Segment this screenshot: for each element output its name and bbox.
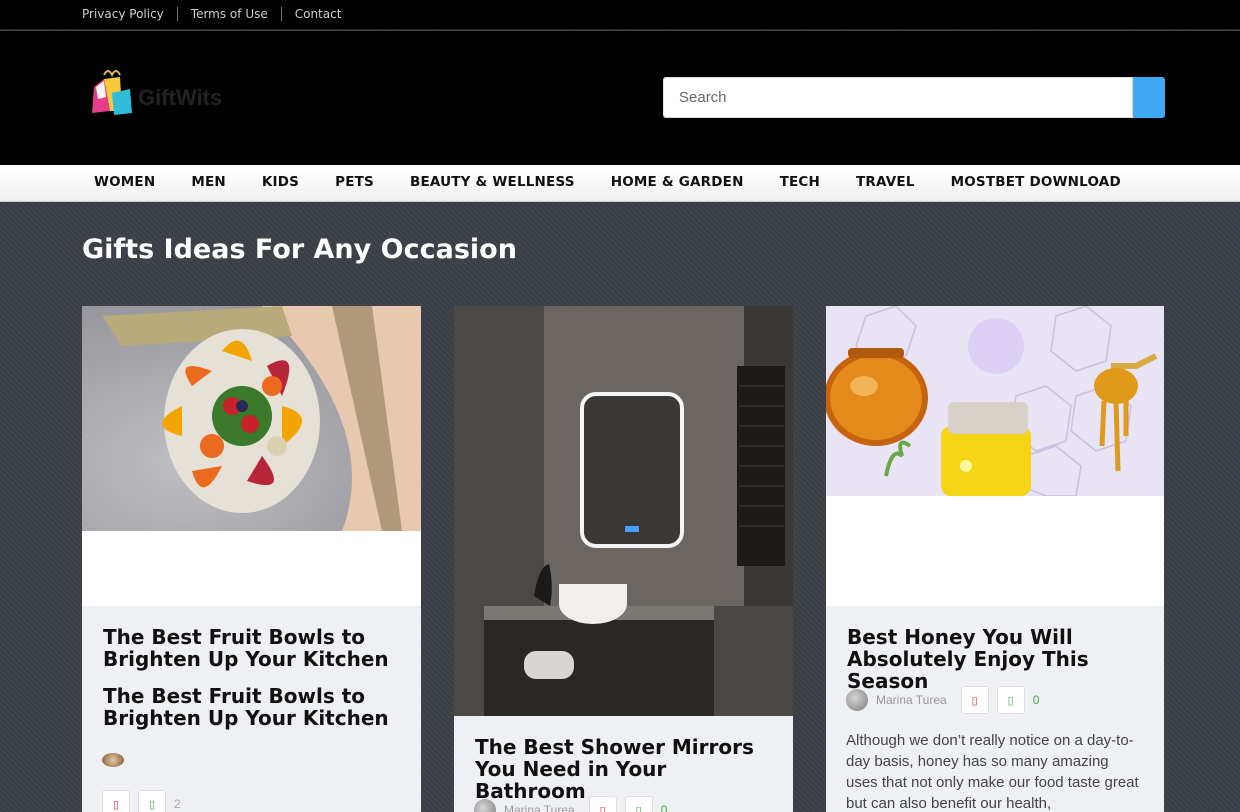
author-avatar bbox=[846, 689, 868, 711]
thumbs-up-icon[interactable]: ▯ bbox=[138, 790, 166, 812]
nav-item-kids[interactable]: KIDS bbox=[262, 174, 299, 190]
fruit-bowl-image[interactable] bbox=[82, 306, 421, 531]
nav-item-tech[interactable]: TECH bbox=[780, 174, 820, 190]
bathroom-mirror-image[interactable] bbox=[454, 306, 793, 716]
logo-text: GiftWits bbox=[138, 85, 223, 110]
thumbs-up-icon[interactable]: ▯ bbox=[996, 686, 1025, 714]
search-button[interactable] bbox=[1133, 77, 1165, 118]
author-name[interactable]: Marina Turea bbox=[876, 693, 947, 707]
divider bbox=[280, 7, 282, 21]
nav-item-home-garden[interactable]: HOME & GARDEN bbox=[611, 174, 744, 190]
contact-link[interactable]: Contact bbox=[295, 7, 342, 21]
article-title[interactable]: The Best Fruit Bowls to Brighten Up Your… bbox=[103, 626, 409, 670]
main-nav: WOMEN MEN KIDS PETS BEAUTY & WELLNESS HO… bbox=[0, 165, 1240, 202]
thumbs-down-icon[interactable]: ▯ bbox=[960, 686, 989, 714]
terms-of-use-link[interactable]: Terms of Use bbox=[191, 7, 268, 21]
vote-count: 2 bbox=[174, 797, 181, 811]
honey-image[interactable] bbox=[826, 306, 1164, 497]
thumbs-up-icon[interactable]: ▯ bbox=[624, 796, 653, 812]
article-subtitle[interactable]: The Best Fruit Bowls to Brighten Up Your… bbox=[103, 685, 409, 729]
nav-item-beauty-wellness[interactable]: BEAUTY & WELLNESS bbox=[410, 174, 575, 190]
article-excerpt: Although we don’t really notice on a day… bbox=[846, 732, 1139, 812]
vote-bar: ▯ ▯ 2 bbox=[102, 790, 181, 812]
nav-item-pets[interactable]: PETS bbox=[335, 174, 374, 190]
divider bbox=[176, 7, 178, 21]
image-spacer bbox=[82, 531, 421, 606]
nav-item-women[interactable]: WOMEN bbox=[94, 174, 155, 190]
search-form bbox=[663, 77, 1165, 118]
article-card-fruit-bowls[interactable]: The Best Fruit Bowls to Brighten Up Your… bbox=[82, 306, 421, 812]
vote-count: 0 bbox=[660, 803, 668, 812]
article-meta bbox=[102, 753, 124, 767]
thumbs-down-icon[interactable]: ▯ bbox=[588, 796, 617, 812]
author-name[interactable]: Marina Turea bbox=[504, 803, 575, 812]
image-spacer bbox=[826, 496, 1164, 606]
article-meta: Marina Turea ▯ ▯ 0 bbox=[846, 686, 1039, 714]
nav-item-mostbet-download[interactable]: MOSTBET DOWNLOAD bbox=[951, 174, 1121, 190]
article-title[interactable]: The Best Shower Mirrors You Need in Your… bbox=[475, 736, 781, 802]
thumbs-down-icon[interactable]: ▯ bbox=[102, 790, 130, 812]
top-links: Privacy Policy Terms of Use Contact bbox=[82, 7, 341, 21]
section-title: Gifts Ideas For Any Occasion bbox=[82, 234, 517, 265]
article-card-honey[interactable]: Best Honey You Will Absolutely Enjoy Thi… bbox=[826, 306, 1164, 812]
vote-count: 0 bbox=[1032, 693, 1040, 707]
nav-item-men[interactable]: MEN bbox=[191, 174, 226, 190]
nav-item-travel[interactable]: TRAVEL bbox=[856, 174, 915, 190]
gift-bag-logo-icon bbox=[90, 67, 134, 117]
site-logo[interactable]: GiftWits bbox=[90, 67, 222, 117]
site-header: GiftWits bbox=[0, 31, 1240, 165]
top-bar: Privacy Policy Terms of Use Contact bbox=[0, 0, 1240, 30]
article-card-shower-mirrors[interactable]: The Best Shower Mirrors You Need in Your… bbox=[454, 306, 793, 812]
author-avatar bbox=[474, 799, 496, 812]
article-title[interactable]: Best Honey You Will Absolutely Enjoy Thi… bbox=[847, 626, 1152, 692]
privacy-policy-link[interactable]: Privacy Policy bbox=[82, 7, 164, 21]
article-meta: Marina Turea ▯ ▯ 0 bbox=[474, 796, 667, 812]
author-avatar bbox=[102, 753, 124, 767]
search-input[interactable] bbox=[663, 77, 1133, 118]
